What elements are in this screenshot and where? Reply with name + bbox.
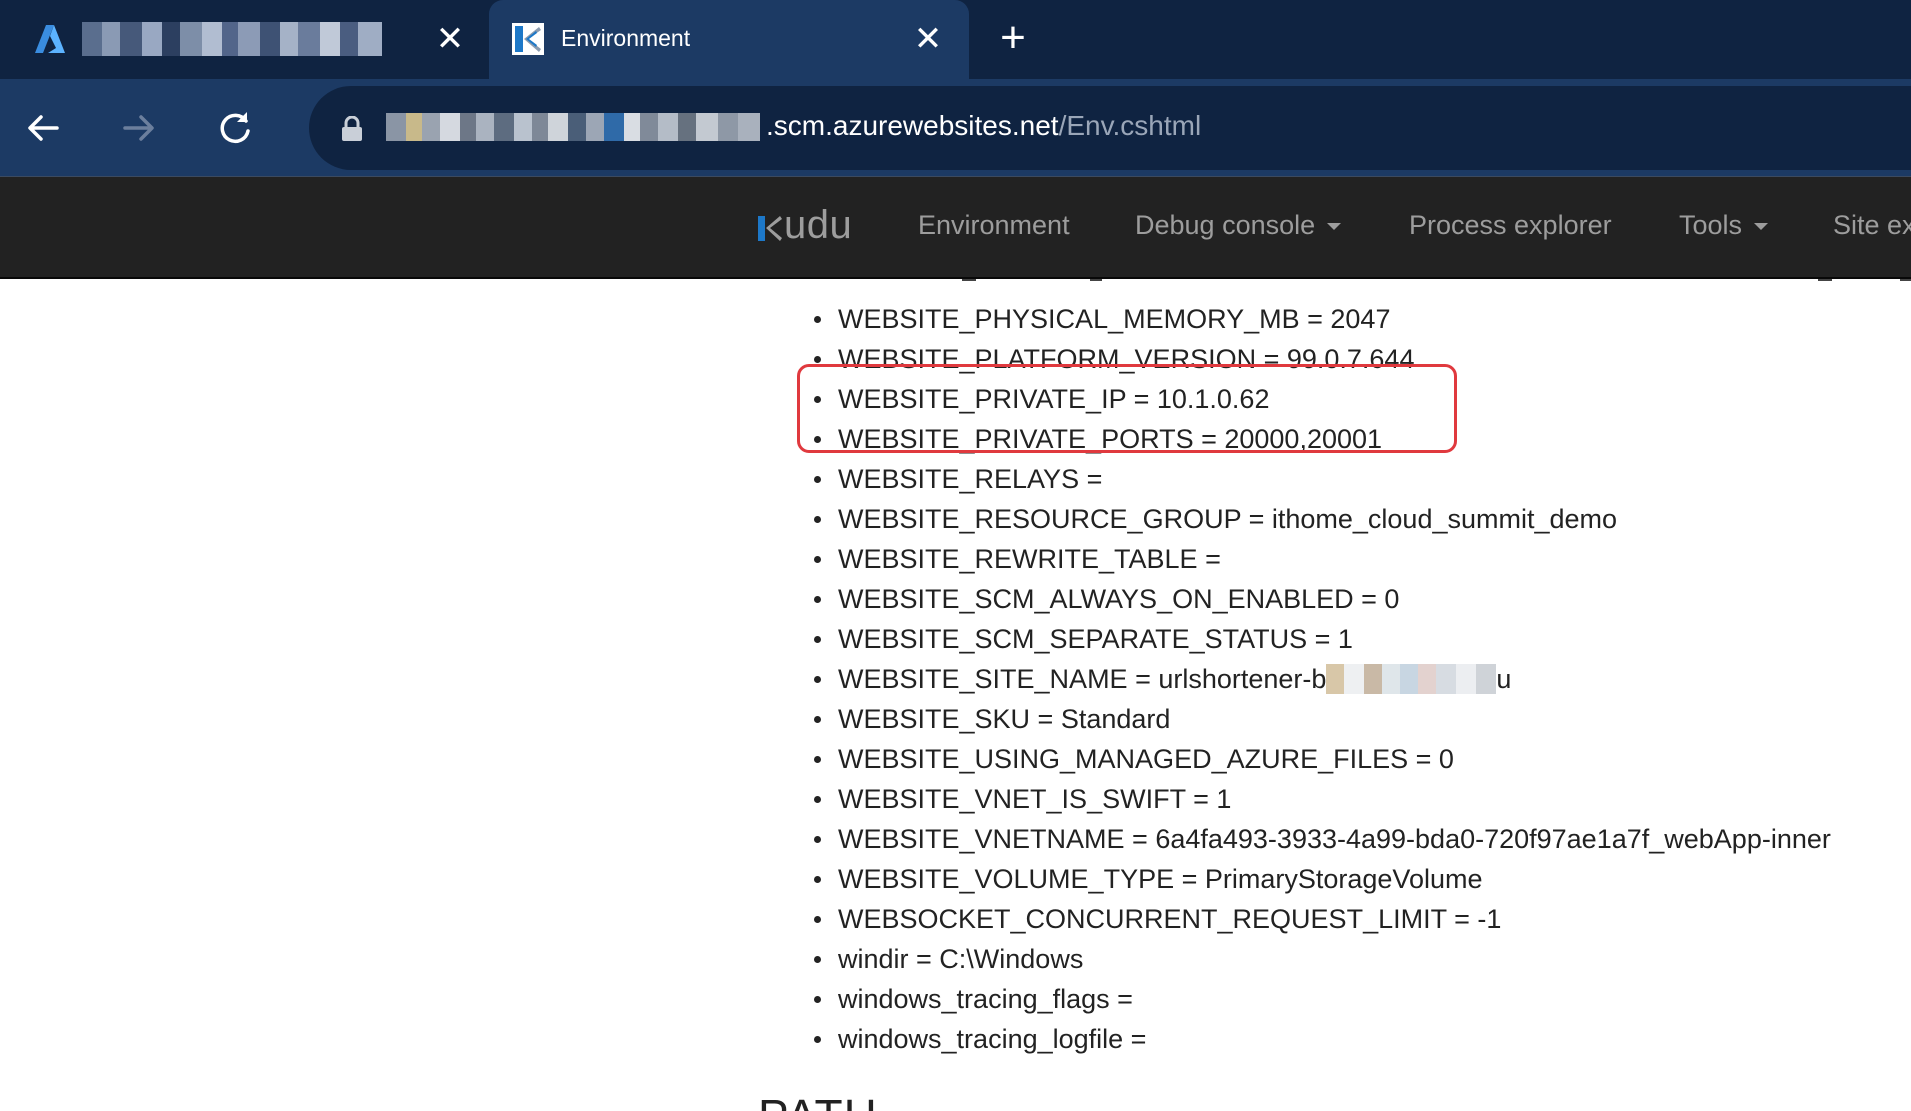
nav-environment[interactable]: Environment: [918, 210, 1070, 241]
new-tab-plus-icon[interactable]: +: [992, 16, 1034, 60]
list-item: WEBSOCKET_CONCURRENT_REQUEST_LIMIT = -1: [813, 899, 1501, 939]
list-item-site-name: WEBSITE_SITE_NAME = urlshortener-b u: [813, 659, 1512, 699]
forward-arrow-icon[interactable]: [115, 104, 163, 152]
url-host: .scm.azurewebsites.net: [766, 110, 1059, 141]
browser-tab-strip: ✕ Environment ✕ +: [0, 0, 1911, 79]
nav-tools[interactable]: Tools: [1679, 210, 1769, 241]
nav-environment-label: Environment: [918, 210, 1070, 240]
list-item: WEBSITE_VNET_IS_SWIFT = 1: [813, 779, 1231, 819]
list-item: WEBSITE_USING_MANAGED_AZURE_FILES = 0: [814, 739, 1454, 779]
list-item: WEBSITE_SKU = Standard: [813, 699, 1170, 739]
kudu-navbar: udu Environment Debug console Process ex…: [0, 176, 1911, 279]
kudu-logo-icon: [758, 215, 782, 241]
list-item: WEBSITE_SCM_ALWAYS_ON_ENABLED = 0: [813, 579, 1399, 619]
caret-down-icon: [1754, 223, 1769, 231]
list-item: WEBSITE_VOLUME_TYPE = PrimaryStorageVolu…: [813, 859, 1482, 899]
tab-close-icon[interactable]: ✕: [911, 22, 945, 56]
nav-tools-label: Tools: [1679, 210, 1743, 240]
nav-site-extensions[interactable]: Site ex: [1833, 210, 1911, 241]
address-bar[interactable]: .scm.azurewebsites.net/Env.cshtml: [309, 86, 1911, 170]
list-item: WEBSITE_VNETNAME = 6a4fa493-3933-4a99-bd…: [814, 819, 1831, 859]
reload-icon[interactable]: [211, 104, 259, 152]
previous-line-cutoff: [962, 279, 976, 284]
kudu-favicon-icon: [512, 23, 544, 55]
back-arrow-icon[interactable]: [19, 104, 67, 152]
list-item: WEBSITE_RESOURCE_GROUP = ithome_cloud_su…: [813, 499, 1617, 539]
previous-line-cutoff: [1818, 279, 1832, 284]
list-item: windows_tracing_logfile =: [813, 1019, 1146, 1059]
previous-line-cutoff: [1090, 279, 1102, 284]
url-subdomain-redacted: [386, 113, 760, 141]
list-item: windir = C:\Windows: [813, 939, 1083, 979]
nav-debug-console[interactable]: Debug console: [1135, 210, 1342, 241]
tab-close-icon[interactable]: ✕: [433, 22, 467, 56]
site-name-text: WEBSITE_SITE_NAME = urlshortener-b: [838, 664, 1327, 694]
list-item: WEBSITE_SCM_SEPARATE_STATUS = 1: [814, 619, 1353, 659]
tab-azure-portal[interactable]: ✕: [0, 0, 489, 79]
nav-process-explorer-label: Process explorer: [1409, 210, 1612, 240]
kudu-brand-text: udu: [784, 203, 853, 247]
env-content: WEBSITE_PHYSICAL_MEMORY_MB = 2047 WEBSIT…: [0, 279, 1911, 1111]
url-text: .scm.azurewebsites.net/Env.cshtml: [766, 110, 1201, 142]
nav-site-extensions-label: Site ex: [1833, 210, 1911, 240]
caret-down-icon: [1327, 223, 1342, 231]
path-section-heading: PATH: [758, 1089, 878, 1111]
list-item: windows_tracing_flags =: [814, 979, 1133, 1019]
tab-environment[interactable]: Environment ✕: [489, 0, 969, 79]
browser-toolbar: .scm.azurewebsites.net/Env.cshtml: [0, 79, 1911, 176]
tab-title-redacted: [82, 22, 382, 56]
previous-line-cutoff: [1900, 279, 1911, 284]
site-name-tail: u: [1496, 664, 1512, 694]
nav-process-explorer[interactable]: Process explorer: [1409, 210, 1612, 241]
url-path: /Env.cshtml: [1058, 110, 1202, 141]
kudu-brand-link[interactable]: udu: [758, 203, 852, 248]
azure-logo-icon: [35, 25, 65, 53]
list-item: WEBSITE_REWRITE_TABLE =: [814, 539, 1221, 579]
nav-debug-console-label: Debug console: [1135, 210, 1316, 240]
list-item: WEBSITE_RELAYS =: [813, 459, 1102, 499]
list-item: WEBSITE_PHYSICAL_MEMORY_MB = 2047: [813, 299, 1390, 339]
tab-title: Environment: [561, 25, 691, 51]
private-ip-highlight-box: [797, 364, 1457, 453]
lock-icon[interactable]: [341, 116, 363, 142]
site-name-redacted: [1326, 663, 1497, 694]
